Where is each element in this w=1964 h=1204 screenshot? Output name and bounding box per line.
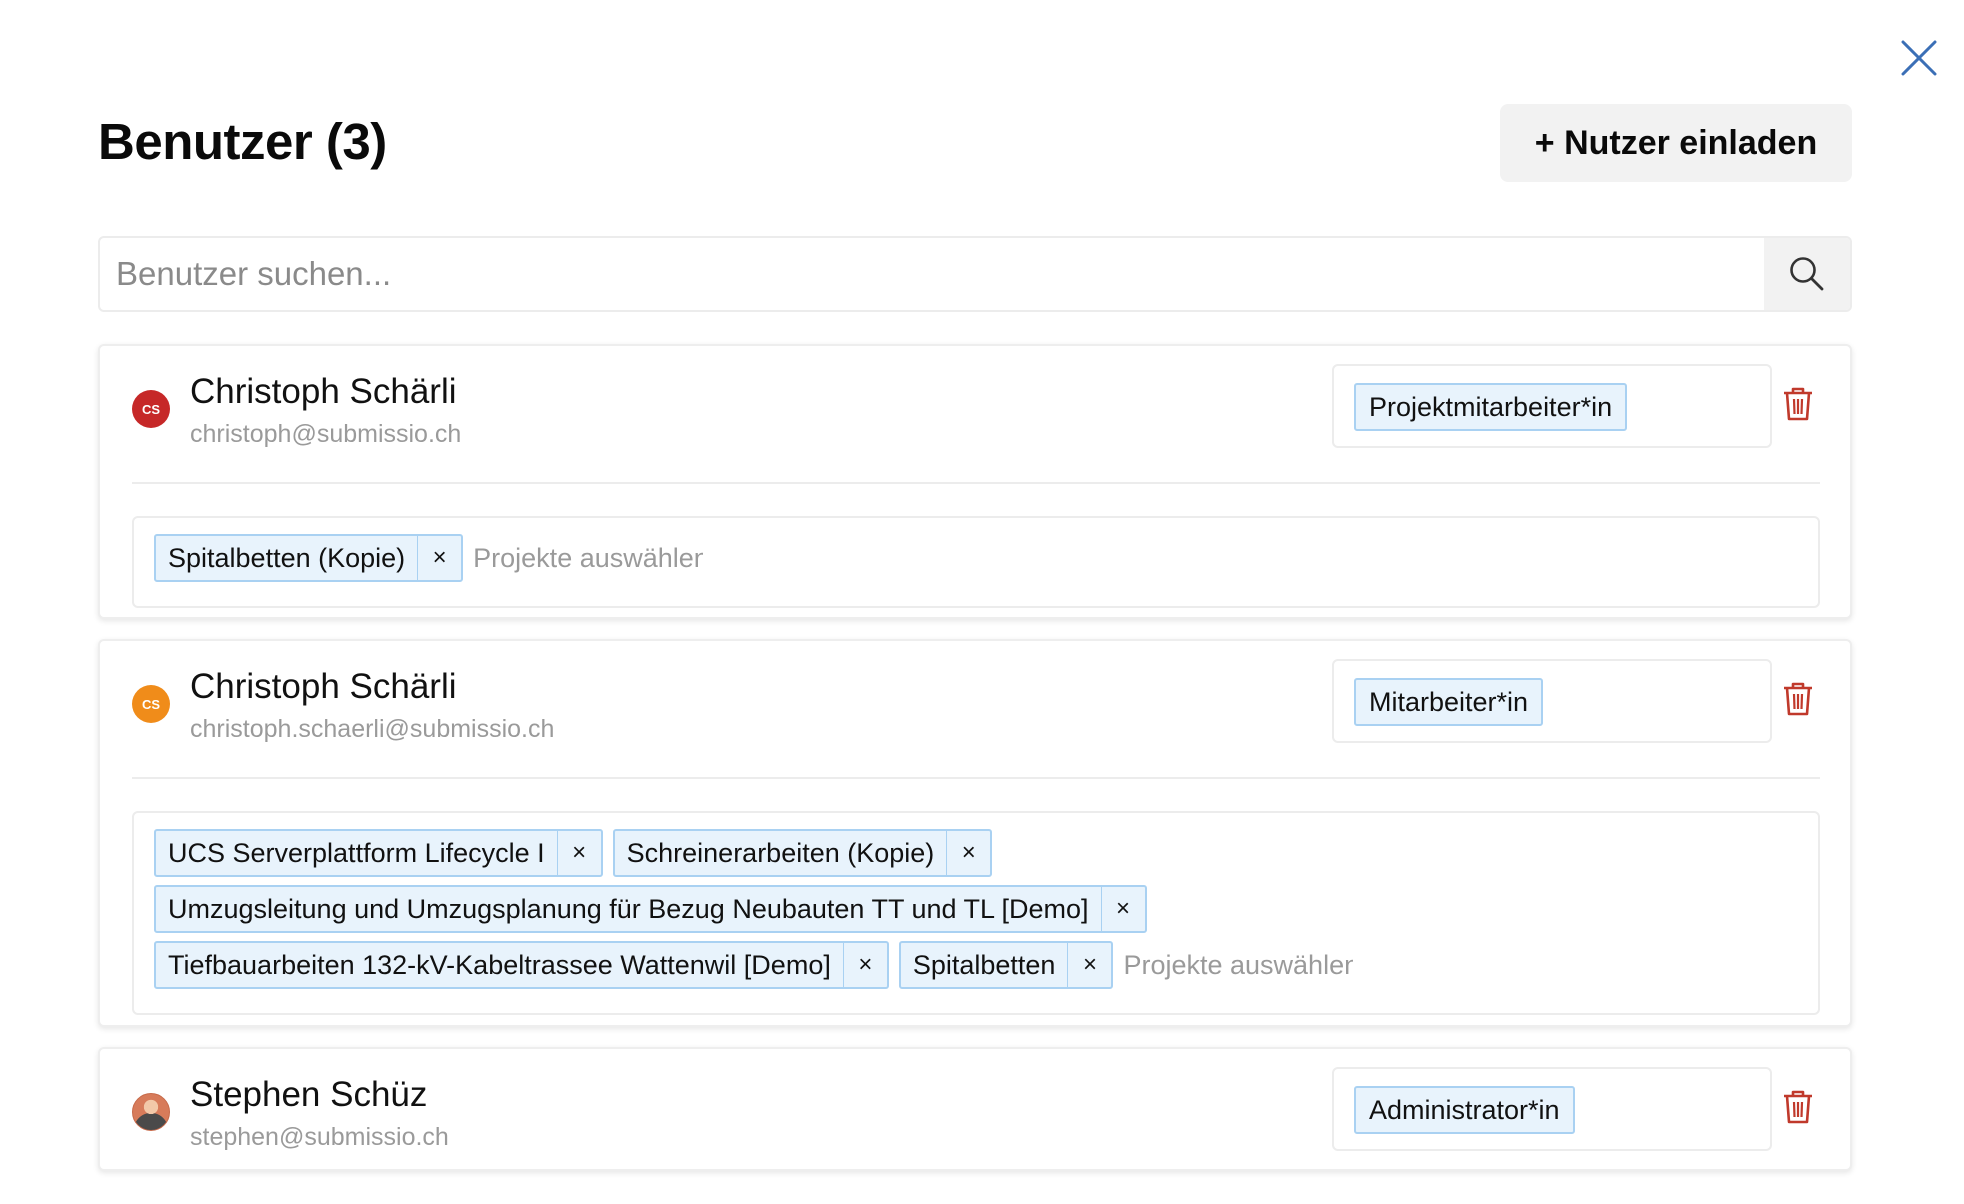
- role-select[interactable]: Mitarbeiter*in: [1332, 659, 1772, 743]
- project-chip-label: Spitalbetten (Kopie): [168, 543, 406, 573]
- projects-select[interactable]: UCS Serverplattform Lifecycle I × Schrei…: [132, 811, 1820, 1015]
- role-select[interactable]: Projektmitarbeiter*in: [1332, 364, 1772, 448]
- close-icon: [1901, 40, 1937, 76]
- remove-project-button[interactable]: ×: [1067, 943, 1111, 987]
- user-card: CS Christoph Schärli christoph@submissio…: [98, 344, 1852, 619]
- avatar: CS: [132, 685, 170, 723]
- avatar-photo: [132, 1093, 170, 1131]
- page-title: Benutzer (3): [98, 113, 387, 170]
- user-name: Christoph Schärli: [190, 372, 457, 411]
- remove-project-button[interactable]: ×: [946, 831, 990, 875]
- remove-project-button[interactable]: ×: [1100, 887, 1145, 931]
- avatar: CS: [132, 390, 170, 428]
- divider: [132, 482, 1820, 484]
- delete-user-button[interactable]: [1782, 681, 1814, 717]
- user-name: Stephen Schüz: [190, 1075, 428, 1114]
- projects-input[interactable]: [473, 534, 704, 582]
- trash-icon: [1784, 1090, 1812, 1124]
- user-email: stephen@submissio.ch: [190, 1123, 449, 1151]
- role-tag: Projektmitarbeiter*in: [1354, 383, 1628, 431]
- role-tag: Mitarbeiter*in: [1354, 678, 1544, 726]
- project-chip-label: Umzugsleitung und Umzugsplanung für Bezu…: [168, 894, 1089, 924]
- remove-project-button[interactable]: ×: [556, 831, 601, 875]
- project-chip: Umzugsleitung und Umzugsplanung für Bezu…: [154, 885, 1147, 933]
- search-icon: [1790, 257, 1824, 291]
- user-header: Stephen Schüz stephen@submissio.ch Admin…: [100, 1049, 1850, 1169]
- search-button[interactable]: [1764, 238, 1850, 310]
- user-header: CS Christoph Schärli christoph@submissio…: [100, 346, 1850, 482]
- remove-project-button[interactable]: ×: [417, 536, 461, 580]
- delete-user-button[interactable]: [1782, 386, 1814, 422]
- user-card: Stephen Schüz stephen@submissio.ch Admin…: [98, 1047, 1852, 1171]
- divider: [132, 777, 1820, 779]
- user-email: christoph.schaerli@submissio.ch: [190, 715, 555, 743]
- close-button[interactable]: [1899, 38, 1939, 78]
- role-select[interactable]: Administrator*in: [1332, 1067, 1772, 1151]
- projects-input[interactable]: [1123, 941, 1354, 989]
- project-chip-label: Spitalbetten: [912, 950, 1056, 980]
- remove-project-button[interactable]: ×: [842, 943, 887, 987]
- search-input[interactable]: [100, 238, 1764, 310]
- trash-icon: [1784, 682, 1812, 716]
- search-bar: [98, 236, 1852, 312]
- project-chip-label: Tiefbauarbeiten 132-kV-Kabeltrassee Watt…: [168, 950, 831, 980]
- projects-select[interactable]: Spitalbetten (Kopie) ×: [132, 516, 1820, 608]
- project-chip: Spitalbetten ×: [898, 941, 1114, 989]
- user-email: christoph@submissio.ch: [190, 420, 462, 448]
- project-chip-label: Schreinerarbeiten (Kopie): [626, 838, 935, 868]
- invite-user-button[interactable]: + Nutzer einladen: [1500, 104, 1852, 182]
- user-name: Christoph Schärli: [190, 667, 457, 706]
- project-chip: Tiefbauarbeiten 132-kV-Kabeltrassee Watt…: [154, 941, 889, 989]
- project-chip: UCS Serverplattform Lifecycle I ×: [154, 829, 603, 877]
- project-chip: Schreinerarbeiten (Kopie) ×: [612, 829, 993, 877]
- user-header: CS Christoph Schärli christoph.schaerli@…: [100, 641, 1850, 777]
- role-tag: Administrator*in: [1354, 1086, 1575, 1134]
- delete-user-button[interactable]: [1782, 1089, 1814, 1125]
- project-chip: Spitalbetten (Kopie) ×: [154, 534, 464, 582]
- trash-icon: [1784, 387, 1812, 421]
- project-chip-label: UCS Serverplattform Lifecycle I: [168, 838, 545, 868]
- user-card: CS Christoph Schärli christoph.schaerli@…: [98, 639, 1852, 1027]
